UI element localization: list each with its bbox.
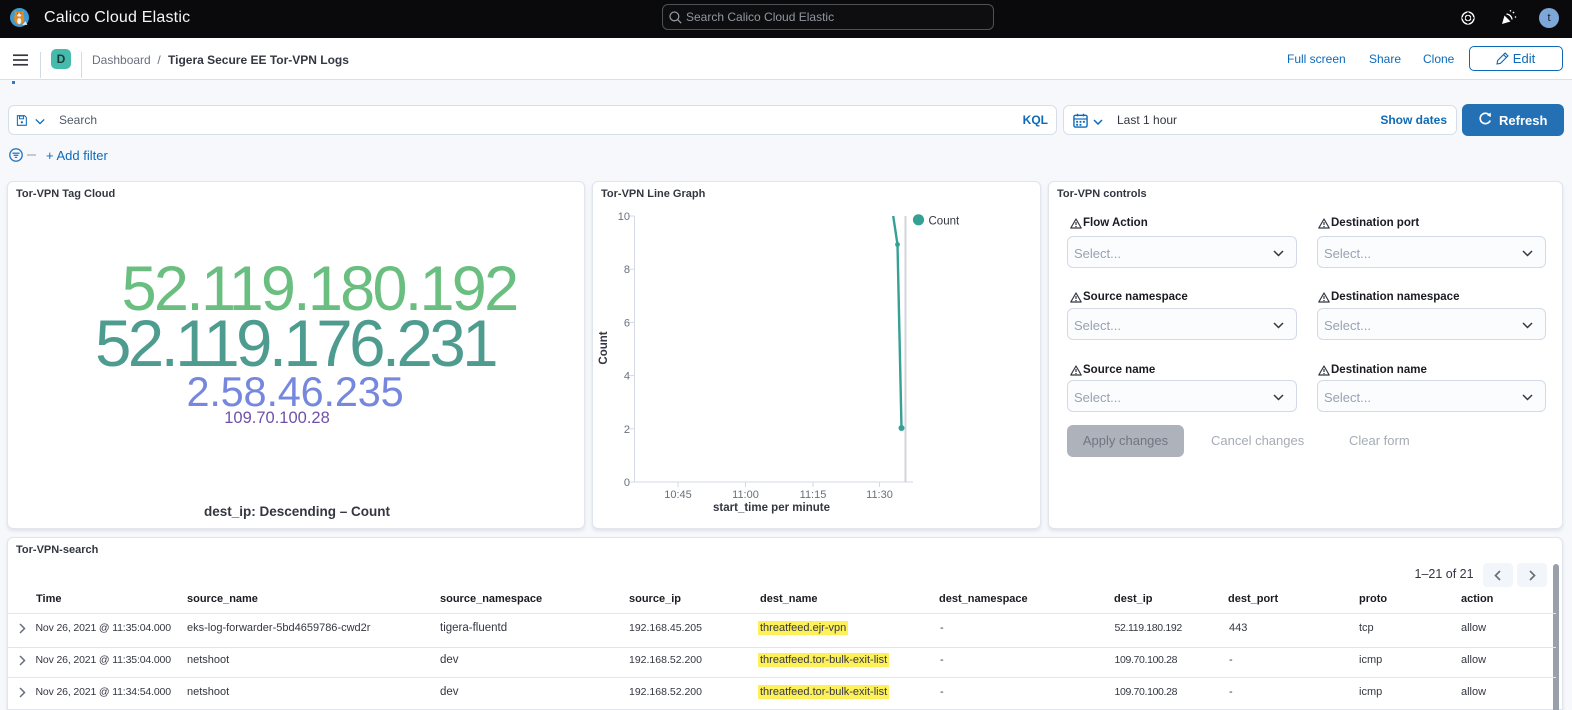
svg-text:10: 10 [618,211,630,223]
svg-text:11:15: 11:15 [800,489,827,501]
svg-text:6: 6 [624,317,630,329]
svg-text:10:45: 10:45 [664,489,692,501]
svg-text:Count: Count [598,331,610,364]
svg-text:11:00: 11:00 [732,489,759,501]
svg-text:0: 0 [624,477,630,489]
svg-text:Count: Count [929,216,960,228]
svg-text:8: 8 [624,264,630,276]
svg-text:start_time per minute: start_time per minute [713,502,830,514]
svg-text:11:30: 11:30 [866,489,893,501]
svg-text:2: 2 [624,424,630,436]
svg-text:4: 4 [624,371,630,383]
